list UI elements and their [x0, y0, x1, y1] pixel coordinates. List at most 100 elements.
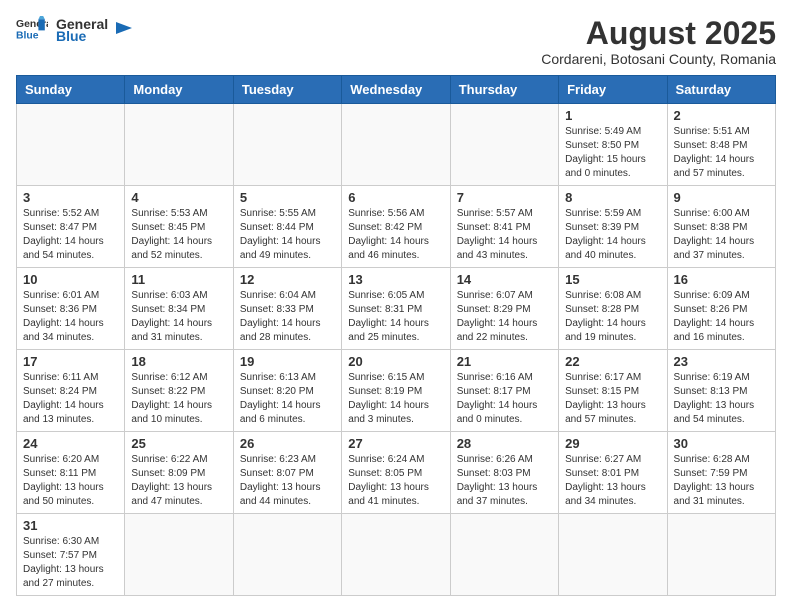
calendar-day-cell: 21Sunrise: 6:16 AM Sunset: 8:17 PM Dayli… — [450, 350, 558, 432]
calendar-day-cell — [125, 514, 233, 596]
calendar-day-cell: 1Sunrise: 5:49 AM Sunset: 8:50 PM Daylig… — [559, 104, 667, 186]
day-number: 30 — [674, 436, 769, 451]
day-number: 9 — [674, 190, 769, 205]
day-info: Sunrise: 5:55 AM Sunset: 8:44 PM Dayligh… — [240, 207, 335, 263]
day-number: 28 — [457, 436, 552, 451]
day-info: Sunrise: 6:17 AM Sunset: 8:15 PM Dayligh… — [565, 371, 660, 427]
day-info: Sunrise: 6:30 AM Sunset: 7:57 PM Dayligh… — [23, 535, 118, 591]
day-number: 16 — [674, 272, 769, 287]
day-number: 19 — [240, 354, 335, 369]
day-number: 25 — [131, 436, 226, 451]
day-info: Sunrise: 5:57 AM Sunset: 8:41 PM Dayligh… — [457, 207, 552, 263]
day-number: 21 — [457, 354, 552, 369]
day-number: 24 — [23, 436, 118, 451]
calendar-week-row: 17 Sunrise: 6:11 AM Sunset: 8:24 PM Dayli… — [17, 350, 776, 432]
calendar-day-cell: 24 Sunrise: 6:20 AM Sunset: 8:11 PM Dayli… — [17, 432, 125, 514]
calendar-day-cell: 4Sunrise: 5:53 AM Sunset: 8:45 PM Daylig… — [125, 186, 233, 268]
weekday-header-wednesday: Wednesday — [342, 76, 450, 104]
day-number: 15 — [565, 272, 660, 287]
day-number: 22 — [565, 354, 660, 369]
calendar-day-cell — [450, 104, 558, 186]
day-info: Sunrise: 5:53 AM Sunset: 8:45 PM Dayligh… — [131, 207, 226, 263]
calendar-day-cell — [233, 104, 341, 186]
weekday-header-thursday: Thursday — [450, 76, 558, 104]
calendar-day-cell: 26Sunrise: 6:23 AM Sunset: 8:07 PM Dayli… — [233, 432, 341, 514]
calendar-day-cell: 16 Sunrise: 6:09 AM Sunset: 8:26 PM Dayli… — [667, 268, 775, 350]
calendar-day-cell — [17, 104, 125, 186]
day-info: Sunrise: 6:28 AM Sunset: 7:59 PM Dayligh… — [674, 453, 769, 509]
day-number: 10 — [23, 272, 118, 287]
calendar-day-cell: 29Sunrise: 6:27 AM Sunset: 8:01 PM Dayli… — [559, 432, 667, 514]
day-info: Sunrise: 6:27 AM Sunset: 8:01 PM Dayligh… — [565, 453, 660, 509]
day-info: Sunrise: 6:03 AM Sunset: 8:34 PM Dayligh… — [131, 289, 226, 345]
weekday-header-monday: Monday — [125, 76, 233, 104]
calendar-day-cell — [342, 104, 450, 186]
calendar-day-cell: 6Sunrise: 5:56 AM Sunset: 8:42 PM Daylig… — [342, 186, 450, 268]
day-info: Sunrise: 6:01 AM Sunset: 8:36 PM Dayligh… — [23, 289, 118, 345]
day-info: Sunrise: 6:12 AM Sunset: 8:22 PM Dayligh… — [131, 371, 226, 427]
calendar-day-cell: 14 Sunrise: 6:07 AM Sunset: 8:29 PM Dayli… — [450, 268, 558, 350]
day-info: Sunrise: 6:13 AM Sunset: 8:20 PM Dayligh… — [240, 371, 335, 427]
day-number: 26 — [240, 436, 335, 451]
day-info: Sunrise: 6:15 AM Sunset: 8:19 PM Dayligh… — [348, 371, 443, 427]
day-info: Sunrise: 5:49 AM Sunset: 8:50 PM Dayligh… — [565, 125, 660, 181]
weekday-header-sunday: Sunday — [17, 76, 125, 104]
calendar-day-cell: 28 Sunrise: 6:26 AM Sunset: 8:03 PM Dayli… — [450, 432, 558, 514]
day-number: 17 — [23, 354, 118, 369]
day-number: 5 — [240, 190, 335, 205]
day-info: Sunrise: 5:51 AM Sunset: 8:48 PM Dayligh… — [674, 125, 769, 181]
day-number: 18 — [131, 354, 226, 369]
day-info: Sunrise: 6:20 AM Sunset: 8:11 PM Dayligh… — [23, 453, 118, 509]
main-title: August 2025 — [541, 16, 776, 51]
day-number: 3 — [23, 190, 118, 205]
calendar-table: SundayMondayTuesdayWednesdayThursdayFrid… — [16, 75, 776, 596]
day-info: Sunrise: 6:00 AM Sunset: 8:38 PM Dayligh… — [674, 207, 769, 263]
day-info: Sunrise: 6:22 AM Sunset: 8:09 PM Dayligh… — [131, 453, 226, 509]
calendar-week-row: 24 Sunrise: 6:20 AM Sunset: 8:11 PM Dayli… — [17, 432, 776, 514]
calendar-day-cell: 11 Sunrise: 6:03 AM Sunset: 8:34 PM Dayli… — [125, 268, 233, 350]
day-number: 20 — [348, 354, 443, 369]
day-number: 11 — [131, 272, 226, 287]
calendar-day-cell — [125, 104, 233, 186]
calendar-day-cell: 3 Sunrise: 5:52 AM Sunset: 8:47 PM Daylig… — [17, 186, 125, 268]
calendar-day-cell: 27Sunrise: 6:24 AM Sunset: 8:05 PM Dayli… — [342, 432, 450, 514]
day-info: Sunrise: 5:52 AM Sunset: 8:47 PM Dayligh… — [23, 207, 118, 263]
svg-text:Blue: Blue — [16, 30, 39, 41]
calendar-day-cell: 19 Sunrise: 6:13 AM Sunset: 8:20 PM Dayli… — [233, 350, 341, 432]
day-number: 8 — [565, 190, 660, 205]
calendar-week-row: 31 Sunrise: 6:30 AM Sunset: 7:57 PM Dayli… — [17, 514, 776, 596]
day-info: Sunrise: 6:11 AM Sunset: 8:24 PM Dayligh… — [23, 371, 118, 427]
calendar-week-row: 10 Sunrise: 6:01 AM Sunset: 8:36 PM Dayli… — [17, 268, 776, 350]
logo-svg: General Blue — [16, 16, 48, 44]
calendar-day-cell — [233, 514, 341, 596]
day-info: Sunrise: 6:04 AM Sunset: 8:33 PM Dayligh… — [240, 289, 335, 345]
calendar-week-row: 1Sunrise: 5:49 AM Sunset: 8:50 PM Daylig… — [17, 104, 776, 186]
calendar-day-cell: 22 Sunrise: 6:17 AM Sunset: 8:15 PM Dayli… — [559, 350, 667, 432]
day-info: Sunrise: 6:07 AM Sunset: 8:29 PM Dayligh… — [457, 289, 552, 345]
calendar-body: 1Sunrise: 5:49 AM Sunset: 8:50 PM Daylig… — [17, 104, 776, 596]
calendar-day-cell: 2Sunrise: 5:51 AM Sunset: 8:48 PM Daylig… — [667, 104, 775, 186]
day-number: 27 — [348, 436, 443, 451]
calendar-day-cell: 17 Sunrise: 6:11 AM Sunset: 8:24 PM Dayli… — [17, 350, 125, 432]
day-number: 31 — [23, 518, 118, 533]
calendar-day-cell: 20 Sunrise: 6:15 AM Sunset: 8:19 PM Dayli… — [342, 350, 450, 432]
day-number: 23 — [674, 354, 769, 369]
calendar-day-cell: 31 Sunrise: 6:30 AM Sunset: 7:57 PM Dayli… — [17, 514, 125, 596]
calendar-day-cell: 23Sunrise: 6:19 AM Sunset: 8:13 PM Dayli… — [667, 350, 775, 432]
calendar-day-cell — [559, 514, 667, 596]
day-number: 6 — [348, 190, 443, 205]
calendar-day-cell: 8 Sunrise: 5:59 AM Sunset: 8:39 PM Daylig… — [559, 186, 667, 268]
calendar-day-cell: 7 Sunrise: 5:57 AM Sunset: 8:41 PM Daylig… — [450, 186, 558, 268]
calendar-day-cell: 25 Sunrise: 6:22 AM Sunset: 8:09 PM Dayli… — [125, 432, 233, 514]
day-info: Sunrise: 5:59 AM Sunset: 8:39 PM Dayligh… — [565, 207, 660, 263]
weekday-header-saturday: Saturday — [667, 76, 775, 104]
day-number: 12 — [240, 272, 335, 287]
day-info: Sunrise: 6:26 AM Sunset: 8:03 PM Dayligh… — [457, 453, 552, 509]
day-number: 7 — [457, 190, 552, 205]
day-number: 13 — [348, 272, 443, 287]
day-info: Sunrise: 6:08 AM Sunset: 8:28 PM Dayligh… — [565, 289, 660, 345]
day-info: Sunrise: 6:09 AM Sunset: 8:26 PM Dayligh… — [674, 289, 769, 345]
day-number: 14 — [457, 272, 552, 287]
calendar-day-cell: 12 Sunrise: 6:04 AM Sunset: 8:33 PM Dayli… — [233, 268, 341, 350]
calendar-week-row: 3 Sunrise: 5:52 AM Sunset: 8:47 PM Daylig… — [17, 186, 776, 268]
